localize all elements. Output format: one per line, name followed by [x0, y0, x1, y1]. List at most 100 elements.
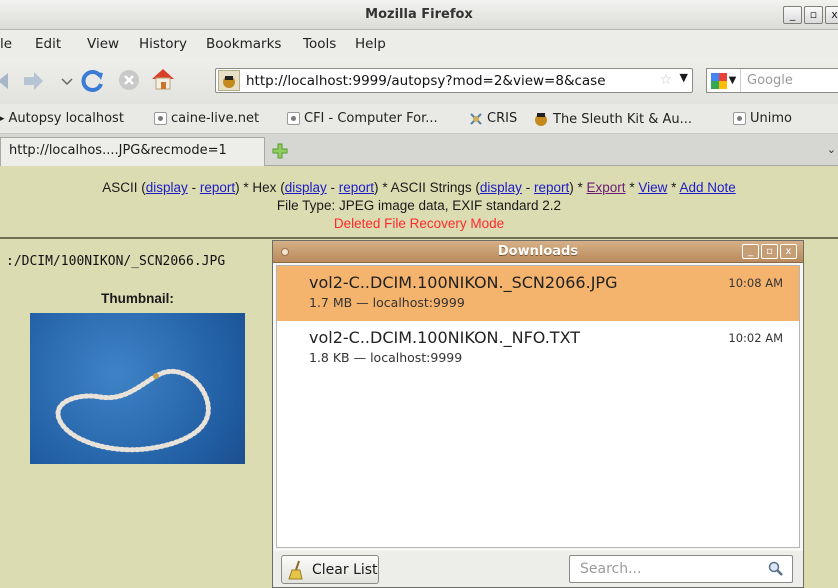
search-icon[interactable]	[768, 561, 784, 577]
menu-file[interactable]: le	[0, 36, 12, 52]
download-time: 10:02 AM	[728, 331, 783, 345]
bookmark-autopsy[interactable]: ▸ Autopsy localhost	[0, 111, 124, 126]
tab-autopsy[interactable]: http://localhos....JPG&recmode=1	[0, 137, 265, 166]
bookmark-label: CRIS	[487, 111, 518, 126]
downloads-search-box[interactable]	[569, 555, 793, 583]
file-path: :/DCIM/100NIKON/_SCN2066.JPG	[6, 254, 226, 269]
view-mode-bar: ASCII (display - report) * Hex (display …	[0, 166, 838, 239]
download-time: 10:08 AM	[728, 276, 783, 290]
add-note-link[interactable]: Add Note	[679, 180, 735, 195]
view-link[interactable]: View	[638, 180, 667, 195]
sleuthkit-icon	[535, 113, 547, 126]
page-icon	[287, 112, 300, 125]
hex-report-link[interactable]: report	[339, 180, 374, 195]
bookmark-caine[interactable]: caine-live.net	[154, 111, 259, 126]
ascii-strings-label: ASCII Strings	[390, 180, 472, 195]
navigation-toolbar: http://localhost:9999/autopsy?mod=2&view…	[0, 58, 838, 104]
downloads-list: vol2-C..DCIM.100NIKON._SCN2066.JPG 1.7 M…	[276, 265, 800, 548]
cris-icon	[470, 112, 482, 125]
window-controls: _ ▫ x	[783, 6, 838, 24]
thumbnail-heading: Thumbnail:	[101, 291, 174, 306]
window-titlebar: Mozilla Firefox _ ▫ x	[0, 0, 838, 30]
menu-bar: le Edit View History Bookmarks Tools Hel…	[0, 30, 838, 58]
clear-list-label: Clear List	[312, 561, 378, 578]
maximize-button[interactable]: ▫	[804, 6, 823, 24]
download-item[interactable]: vol2-C..DCIM.100NIKON._SCN2066.JPG 1.7 M…	[277, 266, 799, 321]
downloads-footer: Clear List	[273, 551, 803, 587]
strings-display-link[interactable]: display	[480, 180, 522, 195]
url-dropdown-icon[interactable]: ▼	[680, 71, 688, 84]
separator: *	[629, 180, 635, 195]
strings-report-link[interactable]: report	[534, 180, 569, 195]
paren: )	[235, 180, 240, 195]
tab-title: http://localhos....JPG&recmode=1	[9, 143, 227, 158]
bookmark-arrow-icon: ▸	[0, 111, 5, 126]
menu-tools[interactable]: Tools	[303, 36, 336, 52]
site-identity-icon[interactable]	[218, 70, 240, 91]
home-icon[interactable]	[149, 66, 177, 92]
separator: *	[243, 180, 249, 195]
bookmark-sleuthkit[interactable]: The Sleuth Kit & Au...	[533, 111, 692, 127]
tab-list-chevron-icon[interactable]: ⌄	[827, 143, 836, 156]
menu-history[interactable]: History	[139, 36, 187, 52]
search-bar[interactable]: ▼ Google	[706, 68, 838, 93]
minimize-button[interactable]: _	[783, 6, 802, 24]
hex-display-link[interactable]: display	[285, 180, 327, 195]
menu-edit[interactable]: Edit	[35, 36, 61, 52]
download-meta: 1.7 MB — localhost:9999	[309, 295, 465, 310]
bookmark-star-icon[interactable]: ☆	[659, 72, 672, 88]
menu-view[interactable]: View	[87, 36, 119, 52]
clear-list-button[interactable]: Clear List	[281, 555, 379, 584]
paren: )	[569, 180, 574, 195]
download-item[interactable]: vol2-C..DCIM.100NIKON._NFO.TXT 1.8 KB — …	[277, 321, 799, 376]
ascii-report-link[interactable]: report	[200, 180, 235, 195]
thumbnail-image[interactable]	[30, 313, 245, 464]
search-placeholder[interactable]: Google	[747, 73, 793, 88]
new-tab-icon[interactable]	[272, 143, 288, 159]
export-link[interactable]: Export	[587, 180, 626, 195]
menu-help[interactable]: Help	[355, 36, 386, 52]
url-text[interactable]: http://localhost:9999/autopsy?mod=2&view…	[246, 73, 646, 89]
reload-icon[interactable]	[80, 68, 106, 94]
page-icon	[154, 112, 167, 125]
bookmark-unimo[interactable]: Unimo	[733, 111, 792, 126]
bookmarks-toolbar: ▸ Autopsy localhost caine-live.net CFI -…	[0, 104, 838, 134]
paren: )	[374, 180, 379, 195]
close-button[interactable]: x	[825, 6, 838, 24]
bookmark-label: caine-live.net	[171, 111, 260, 126]
pearl-necklace-image	[55, 368, 211, 453]
downloads-maximize-button[interactable]: ▫	[761, 244, 778, 259]
separator: *	[671, 180, 677, 195]
broom-icon	[288, 560, 303, 579]
stop-icon[interactable]	[117, 68, 141, 92]
ascii-display-link[interactable]: display	[146, 180, 188, 195]
bookmark-cris[interactable]: CRIS	[469, 111, 517, 126]
bookmark-label: The Sleuth Kit & Au...	[553, 111, 693, 127]
downloads-window: Downloads _ ▫ x vol2-C..DCIM.100NIKON._S…	[272, 240, 804, 588]
bookmark-label: Autopsy localhost	[8, 111, 124, 126]
download-meta: 1.8 KB — localhost:9999	[309, 350, 463, 365]
separator: *	[577, 180, 583, 195]
downloads-close-button[interactable]: x	[780, 244, 797, 259]
downloads-window-controls: _ ▫ x	[742, 244, 797, 259]
bookmark-label: CFI - Computer For...	[304, 111, 438, 126]
downloads-title: Downloads	[497, 244, 579, 259]
menu-bookmarks[interactable]: Bookmarks	[206, 36, 281, 52]
downloads-minimize-button[interactable]: _	[742, 244, 759, 259]
file-type: File Type: JPEG image data, EXIF standar…	[276, 198, 562, 213]
forward-icon[interactable]	[20, 70, 46, 92]
url-bar[interactable]: http://localhost:9999/autopsy?mod=2&view…	[215, 68, 693, 93]
recovery-mode-label: Deleted File Recovery Mode	[333, 216, 505, 231]
history-dropdown-icon[interactable]	[60, 70, 74, 92]
separator: *	[382, 180, 388, 195]
page-icon	[733, 112, 746, 125]
search-engine-icon[interactable]: ▼	[707, 69, 741, 92]
downloads-search-input[interactable]	[580, 557, 770, 581]
back-icon[interactable]	[0, 70, 14, 92]
dash: -	[330, 180, 336, 195]
bookmark-cfi[interactable]: CFI - Computer For...	[287, 111, 438, 126]
tab-bar: http://localhos....JPG&recmode=1 ⌄	[0, 134, 838, 166]
downloads-titlebar: Downloads _ ▫ x	[273, 241, 803, 263]
bookmark-label: Unimo	[750, 111, 792, 126]
dash: -	[191, 180, 197, 195]
